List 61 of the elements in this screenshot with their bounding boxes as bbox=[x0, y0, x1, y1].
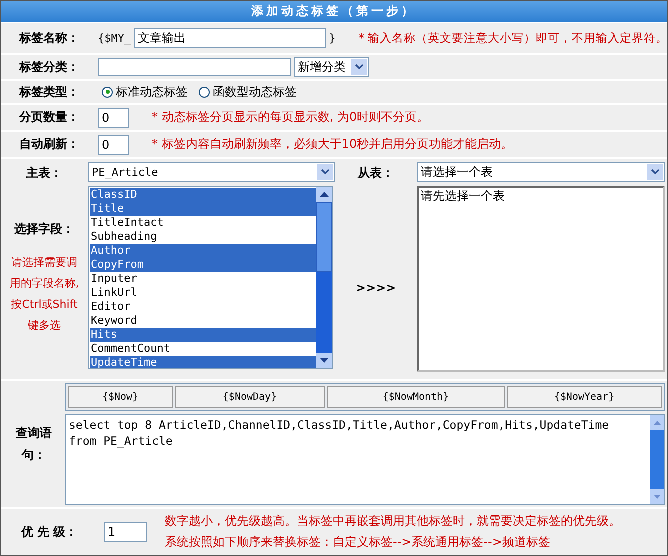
radio-option[interactable]: 函数型动态标签 bbox=[199, 84, 297, 100]
list-item[interactable]: UpdateTime bbox=[90, 356, 316, 368]
list-item[interactable]: Editor bbox=[90, 300, 316, 314]
list-item[interactable]: Hits bbox=[90, 328, 316, 342]
field-label: 分页数量： bbox=[18, 109, 80, 126]
hint-text: 系统按照如下顺序来替换标签：自定义标签-->系统通用标签-->频道标签 bbox=[165, 534, 552, 551]
list-item[interactable]: Title bbox=[90, 202, 316, 216]
sql-textarea[interactable]: select top 8 ArticleID,ChannelID,ClassID,Title,Author,CopyFrom,Hits,UpdateTime from PE_Article bbox=[65, 414, 665, 505]
priority-input[interactable]: 1 bbox=[104, 522, 147, 542]
transfer-arrows: >>>> bbox=[356, 281, 396, 295]
category-select[interactable]: 新增分类 bbox=[294, 57, 369, 77]
hint-text: * 输入名称（英文要注意大小写）即可，不用输入定界符。 bbox=[358, 30, 667, 46]
field-list[interactable]: ClassID Title TitleIntact Subheading Author CopyFrom Inputer LinkUrl Editor Keyword Hits CommentCount UpdateTime bbox=[88, 186, 333, 369]
hint-text: * 动态标签分页显示的每页显示数, 为0时则不分页。 bbox=[152, 109, 430, 126]
sub-table-select[interactable]: 请选择一个表 bbox=[417, 162, 665, 182]
scroll-up-icon[interactable] bbox=[320, 192, 328, 197]
tag-prefix: {$MY_ bbox=[98, 32, 132, 44]
radio-option[interactable]: 标准动态标签 bbox=[102, 84, 188, 100]
field-label: 查询语句： bbox=[15, 425, 53, 464]
list-item[interactable]: Keyword bbox=[90, 314, 316, 328]
form-title: 添加动态标签（第一步） bbox=[1, 1, 667, 23]
chevron-down-icon[interactable] bbox=[320, 169, 330, 175]
token-button[interactable]: {$Now} bbox=[68, 386, 173, 408]
tag-suffix: } bbox=[329, 32, 336, 44]
radio-button[interactable] bbox=[199, 86, 210, 98]
category-input[interactable] bbox=[98, 58, 291, 76]
list-item[interactable]: Inputer bbox=[90, 272, 316, 286]
field-label: 主表： bbox=[26, 164, 64, 182]
main-table-select[interactable]: PE_Article bbox=[88, 162, 335, 182]
scrollbar[interactable] bbox=[316, 187, 332, 368]
field-label: 选择字段： bbox=[14, 220, 74, 238]
field-label: 标签分类： bbox=[18, 58, 80, 76]
chevron-down-icon[interactable] bbox=[650, 169, 660, 175]
hint-text: 请选择需要调用的字段名称,按Ctrl或Shift键多选 bbox=[8, 254, 80, 334]
token-button[interactable]: {$NowDay} bbox=[175, 386, 325, 408]
page-size-input[interactable]: 0 bbox=[98, 108, 129, 128]
field-label: 自动刷新： bbox=[18, 136, 80, 153]
tag-name-input[interactable]: 文章输出 bbox=[134, 28, 326, 48]
field-label: 标签名称： bbox=[18, 30, 80, 46]
hint-text: 数字越小，优先级越高。当标签中再嵌套调用其他标签时，就需要决定标签的优先级。 bbox=[165, 513, 621, 530]
list-item[interactable]: CopyFrom bbox=[90, 258, 316, 272]
sub-field-list[interactable]: 请先选择一个表 bbox=[417, 186, 665, 372]
radio-button[interactable] bbox=[102, 86, 113, 98]
field-label: 优 先 级： bbox=[20, 524, 79, 540]
list-item[interactable]: LinkUrl bbox=[90, 286, 316, 300]
refresh-input[interactable]: 0 bbox=[98, 134, 129, 154]
token-button[interactable]: {$NowMonth} bbox=[327, 386, 505, 408]
list-item[interactable]: ClassID bbox=[90, 188, 316, 202]
list-item[interactable]: TitleIntact bbox=[90, 216, 316, 230]
token-button[interactable]: {$NowYear} bbox=[507, 386, 662, 408]
sql-line: select top 8 ArticleID,ChannelID,ClassID,Title,Author,CopyFrom,Hits,UpdateTime bbox=[69, 417, 610, 433]
field-label: 标签类型： bbox=[18, 84, 80, 100]
list-item[interactable]: Author bbox=[90, 244, 316, 258]
scroll-down-icon[interactable] bbox=[320, 358, 328, 363]
hint-text: * 标签内容自动刷新频率，必须大于10秒并启用分页功能才能启动。 bbox=[152, 136, 514, 153]
list-item[interactable]: CommentCount bbox=[90, 342, 316, 356]
chevron-down-icon[interactable] bbox=[354, 64, 364, 70]
list-placeholder: 请先选择一个表 bbox=[421, 189, 505, 203]
list-item[interactable]: Subheading bbox=[90, 230, 316, 244]
field-label: 从表： bbox=[356, 164, 395, 182]
sql-line: from PE_Article bbox=[69, 433, 174, 449]
